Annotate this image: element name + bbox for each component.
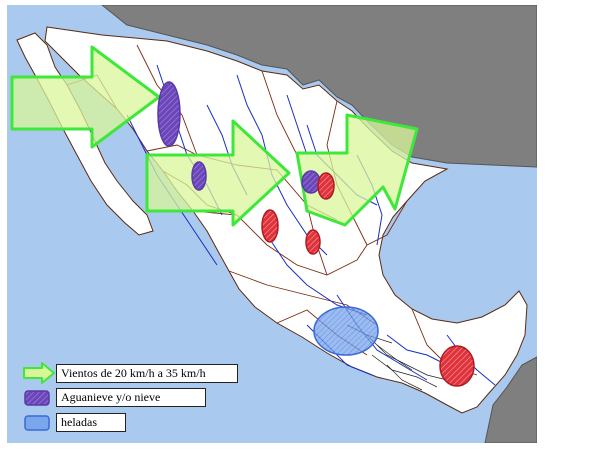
blue-swatch-icon <box>24 414 50 431</box>
legend-item-frost: heladas <box>24 413 126 432</box>
red-zone-chiapas <box>439 345 475 387</box>
sleet-zone-durango <box>191 161 207 191</box>
legend-label-frost: heladas <box>56 413 126 432</box>
purple-hatch-swatch-icon <box>24 389 50 406</box>
green-arrow-icon <box>23 362 55 384</box>
red-zone-coahuila <box>317 172 335 200</box>
red-zone-sanluis <box>305 229 321 255</box>
legend-label-wind: Vientos de 20 km/h a 35 km/h <box>56 363 238 383</box>
legend-label-sleet: Aguanieve y/o nieve <box>56 388 206 407</box>
red-zone-zacatecas <box>261 209 279 243</box>
sleet-zone-coahuila <box>301 170 321 194</box>
sleet-zone-chihuahua <box>157 81 181 147</box>
frost-zone-center <box>313 306 379 356</box>
legend-item-wind: Vientos de 20 km/h a 35 km/h <box>22 362 238 384</box>
legend-item-sleet: Aguanieve y/o nieve <box>24 388 206 407</box>
